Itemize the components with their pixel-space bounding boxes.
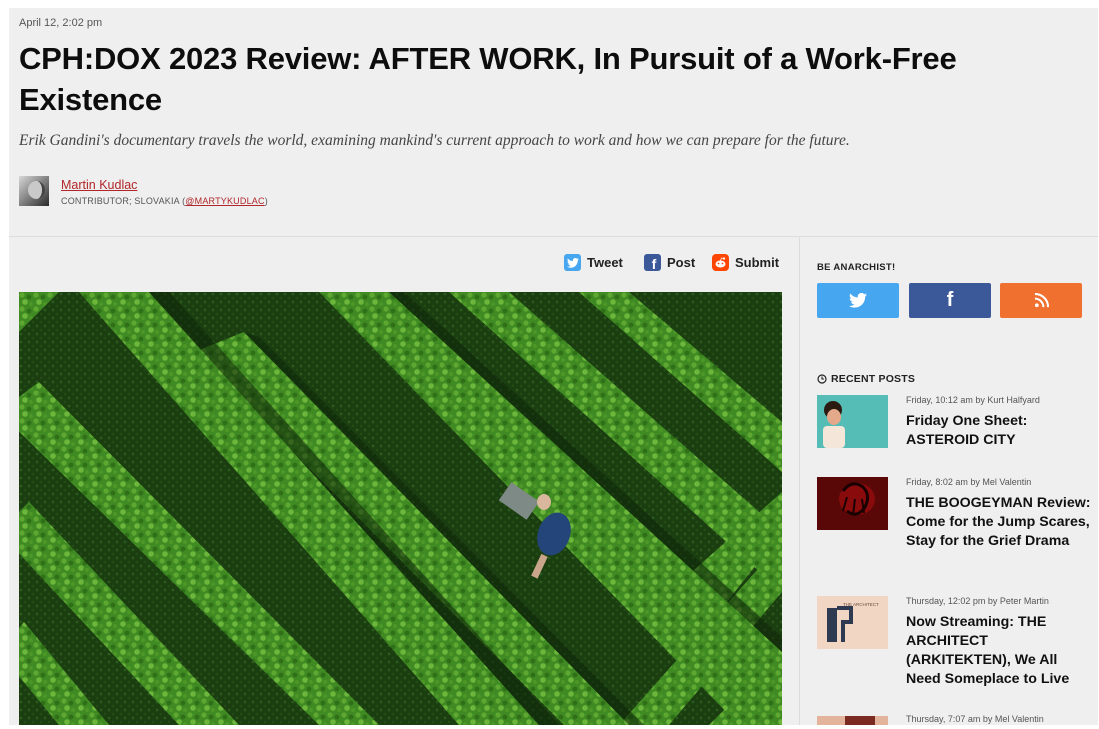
recent-post-item[interactable]: Friday, 8:02 am by Mel Valentin THE BOOG… xyxy=(817,477,1090,582)
facebook-post-button[interactable]: f Post xyxy=(644,254,696,272)
post-thumbnail xyxy=(817,395,888,448)
tweet-button[interactable]: Tweet xyxy=(564,254,623,271)
rss-icon xyxy=(1034,293,1049,308)
post-meta: Thursday, 12:02 pm by Peter Martin xyxy=(906,596,1049,606)
hedge-maze-image xyxy=(19,292,782,725)
article-dek: Erik Gandini's documentary travels the w… xyxy=(19,132,850,149)
post-thumbnail xyxy=(817,477,888,530)
facebook-follow-button[interactable]: f xyxy=(909,283,991,318)
rss-feed-button[interactable] xyxy=(1000,283,1082,318)
post-meta: Friday, 10:12 am by Kurt Halfyard xyxy=(906,395,1040,405)
author-meta: CONTRIBUTOR; SLOVAKIA (@MARTYKUDLAC) xyxy=(61,196,268,206)
post-meta: Thursday, 7:07 am by Mel Valentin xyxy=(906,714,1044,724)
recent-posts-label: RECENT POSTS xyxy=(831,373,916,385)
recent-posts-heading: RECENT POSTS xyxy=(817,373,915,385)
post-label: Post xyxy=(667,255,696,270)
author-name-link[interactable]: Martin Kudlac xyxy=(61,178,137,192)
facebook-icon: f xyxy=(946,289,954,311)
post-thumbnail xyxy=(817,714,888,725)
section-divider xyxy=(9,236,1098,237)
hero-image xyxy=(19,292,782,725)
recent-post-item[interactable]: THE ARCHITECT Thursday, 12:02 pm by Pete… xyxy=(817,596,1087,696)
author-role-close: ) xyxy=(264,196,268,206)
post-meta: Friday, 8:02 am by Mel Valentin xyxy=(906,477,1032,487)
clock-icon xyxy=(817,374,827,384)
tweet-label: Tweet xyxy=(587,255,623,270)
reddit-icon xyxy=(712,254,729,271)
post-title: Now Streaming: THE ARCHITECT (ARKITEKTEN… xyxy=(906,614,1070,687)
sidebar-divider xyxy=(799,237,800,725)
be-anarchist-heading: BE ANARCHIST! xyxy=(817,262,896,273)
submit-label: Submit xyxy=(735,255,780,270)
author-role: CONTRIBUTOR; SLOVAKIA ( xyxy=(61,196,186,206)
recent-post-item[interactable]: Thursday, 7:07 am by Mel Valentin xyxy=(817,714,1087,725)
post-title: THE BOOGEYMAN Review: Come for the Jump … xyxy=(906,495,1091,549)
twitter-bird-icon xyxy=(564,254,581,271)
reddit-submit-button[interactable]: Submit xyxy=(712,254,779,271)
author-avatar[interactable] xyxy=(19,176,49,206)
twitter-icon xyxy=(849,293,867,308)
post-thumbnail: THE ARCHITECT xyxy=(817,596,888,649)
article-page: April 12, 2:02 pm CPH:DOX 2023 Review: A… xyxy=(9,8,1098,725)
post-title: Friday One Sheet: ASTEROID CITY xyxy=(906,413,1028,448)
article-date: April 12, 2:02 pm xyxy=(19,17,103,29)
recent-post-item[interactable]: Friday, 10:12 am by Kurt Halfyard Friday… xyxy=(817,395,1087,455)
facebook-icon: f xyxy=(644,254,661,272)
thumb-caption: THE ARCHITECT xyxy=(843,602,879,607)
twitter-follow-button[interactable] xyxy=(817,283,899,318)
author-handle-link[interactable]: @MARTYKUDLAC xyxy=(185,196,264,206)
article-headline: CPH:DOX 2023 Review: AFTER WORK, In Purs… xyxy=(19,41,957,117)
